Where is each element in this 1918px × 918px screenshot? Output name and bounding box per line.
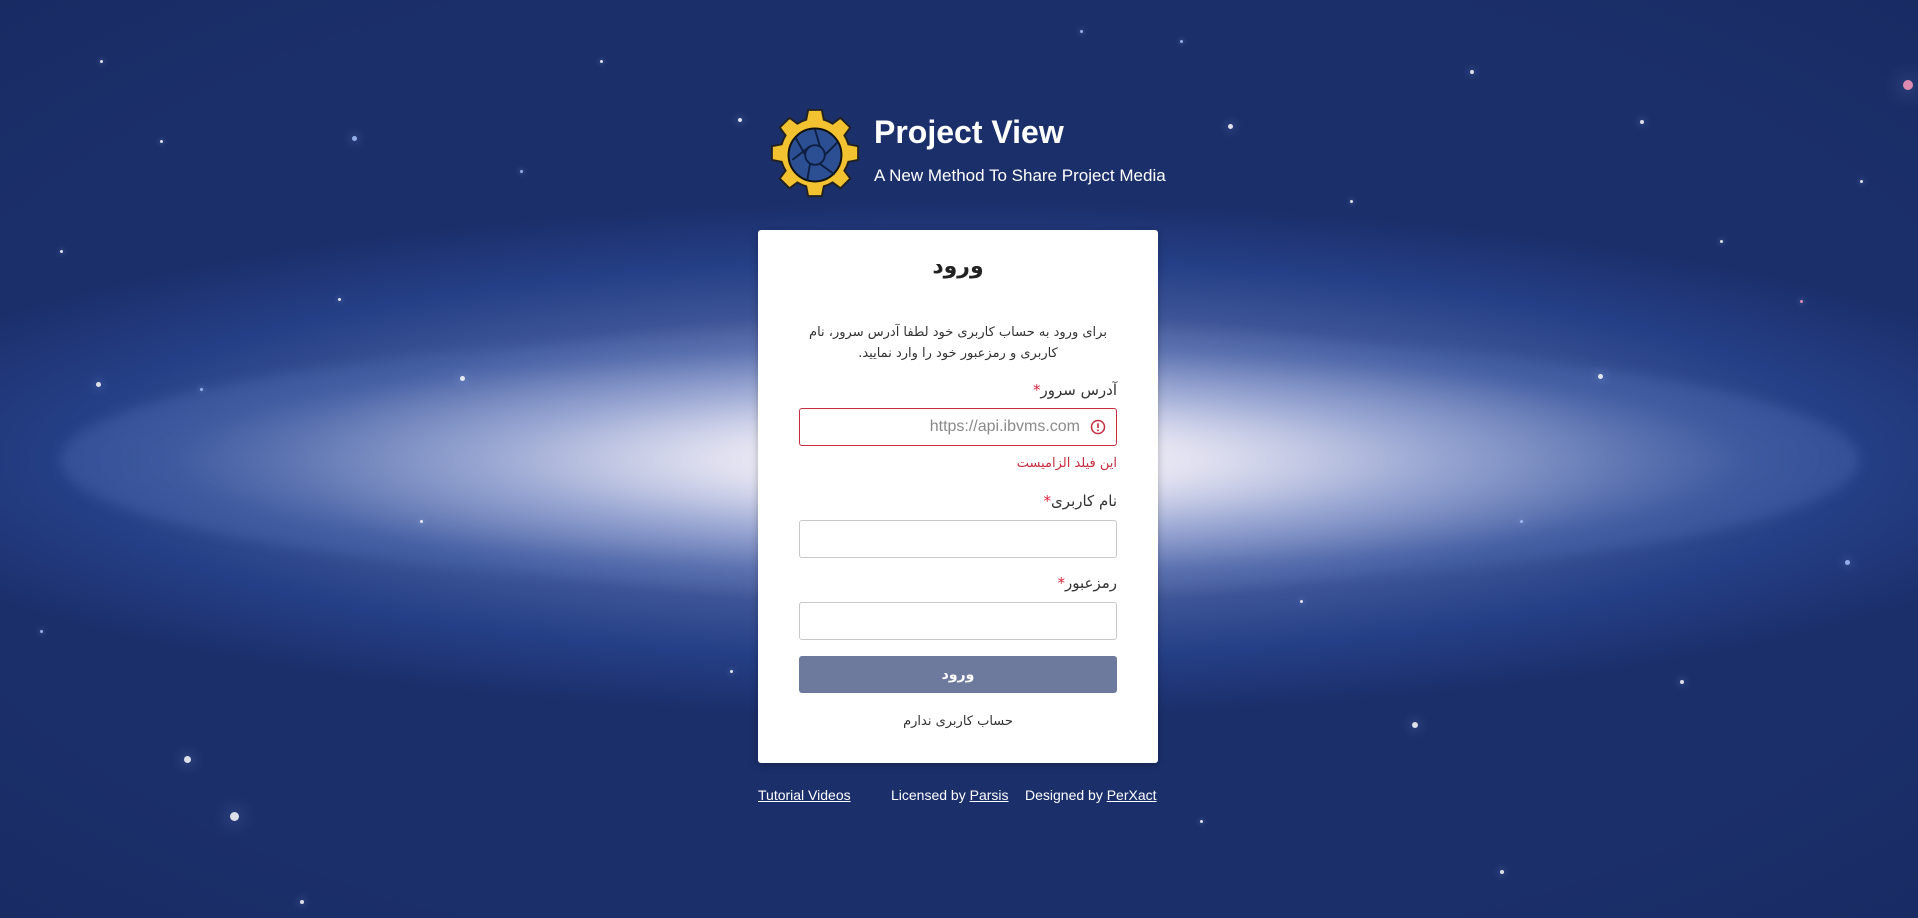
star — [1500, 870, 1504, 874]
star — [352, 136, 357, 141]
star — [420, 520, 423, 523]
star — [100, 60, 103, 63]
star — [1800, 300, 1803, 303]
star — [1200, 820, 1203, 823]
star — [730, 670, 733, 673]
star — [600, 60, 603, 63]
login-button[interactable]: ورود — [799, 656, 1117, 693]
app-subtitle: A New Method To Share Project Media — [874, 166, 1166, 185]
star — [1412, 722, 1418, 728]
login-description: برای ورود به حساب کاربری خود لطفا آدرس س… — [809, 325, 1107, 361]
star — [184, 756, 191, 763]
login-title: ورود — [932, 254, 984, 279]
star — [40, 630, 43, 633]
exclamation-circle-icon — [1090, 419, 1106, 435]
gear-camera-aperture-icon — [770, 108, 860, 198]
star — [520, 170, 523, 173]
star — [96, 382, 101, 387]
footer-licensed: Licensed by Parsis — [891, 787, 1009, 803]
footer-designed: Designed by PerXact — [1025, 787, 1157, 803]
footer-tutorial: Tutorial Videos — [758, 787, 851, 803]
star — [1680, 680, 1684, 684]
star — [1640, 120, 1644, 124]
server-label-text: آدرس سرور — [1040, 381, 1117, 399]
required-mark: * — [1057, 574, 1065, 592]
star — [1080, 30, 1083, 33]
server-field-box — [799, 408, 1117, 446]
star — [738, 118, 742, 122]
password-input[interactable] — [800, 603, 1116, 639]
parsis-link[interactable]: Parsis — [970, 787, 1009, 803]
star — [1228, 124, 1233, 129]
password-label-text: رمزعبور — [1064, 574, 1117, 592]
star — [1520, 520, 1523, 523]
star — [1903, 80, 1913, 90]
perxact-link[interactable]: PerXact — [1107, 787, 1157, 803]
app-title: Project View — [874, 114, 1064, 150]
star — [200, 388, 203, 391]
server-error-message: این فیلد الزامیست — [1016, 456, 1117, 471]
star — [1350, 200, 1353, 203]
star — [1860, 180, 1863, 183]
required-mark: * — [1043, 492, 1052, 510]
server-input[interactable] — [800, 409, 1116, 445]
password-field-box — [799, 602, 1117, 640]
login-card: ورود برای ورود به حساب کاربری خود لطفا آ… — [758, 230, 1158, 763]
star — [60, 250, 63, 253]
password-label: رمزعبور* — [1057, 574, 1117, 592]
star — [300, 900, 304, 904]
brand-header: Project View A New Method To Share Proje… — [766, 106, 1166, 206]
star — [1598, 374, 1603, 379]
server-label: آدرس سرور* — [1033, 381, 1117, 399]
username-field-box — [799, 520, 1117, 558]
star — [1180, 40, 1183, 43]
licensed-prefix: Licensed by — [891, 787, 966, 803]
star — [1720, 240, 1723, 243]
star — [230, 812, 239, 821]
no-account-link[interactable]: حساب کاربری ندارم — [758, 714, 1158, 729]
username-label-text: نام کاربری — [1051, 492, 1117, 510]
username-label: نام کاربری* — [1044, 492, 1117, 510]
tutorial-videos-link[interactable]: Tutorial Videos — [758, 787, 851, 803]
username-input[interactable] — [800, 521, 1116, 557]
star — [160, 140, 163, 143]
star — [1470, 70, 1474, 74]
star — [1300, 600, 1303, 603]
star — [460, 376, 465, 381]
star — [338, 298, 341, 301]
star — [1845, 560, 1850, 565]
designed-prefix: Designed by — [1025, 787, 1103, 803]
